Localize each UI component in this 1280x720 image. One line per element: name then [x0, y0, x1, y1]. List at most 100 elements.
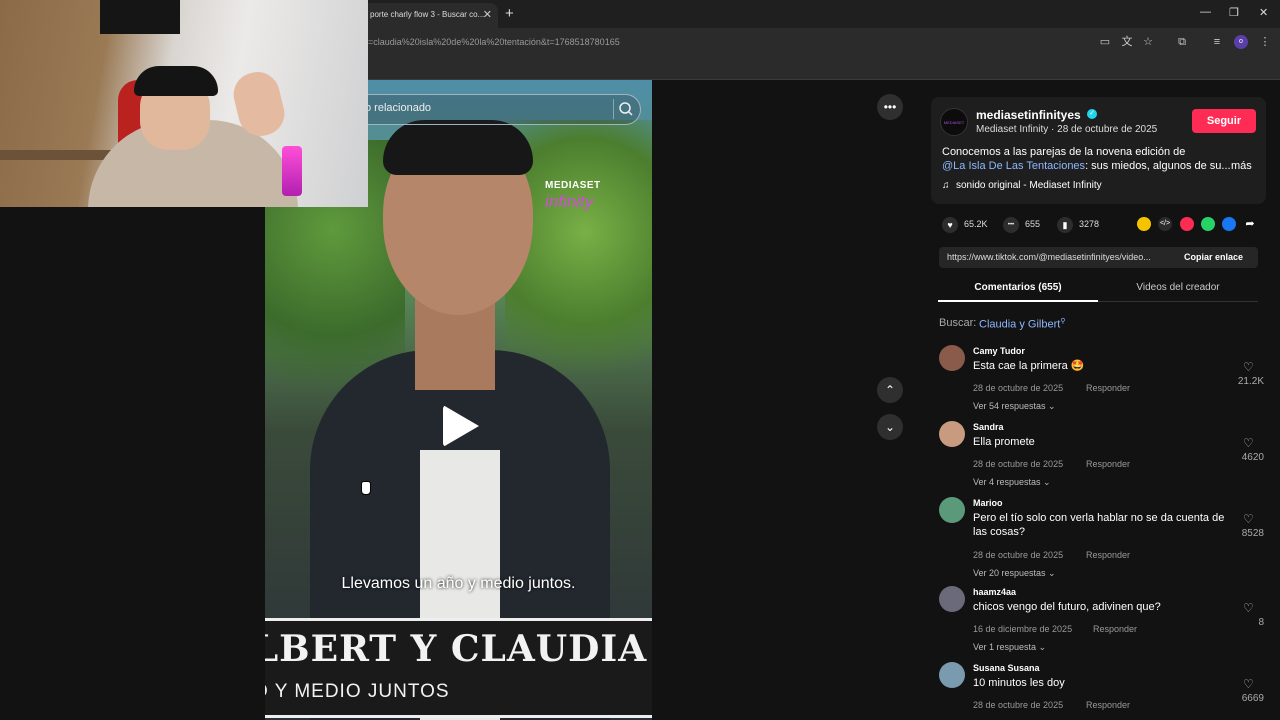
share-arrow-icon[interactable]: ➦ [1243, 217, 1257, 231]
video-link-text[interactable]: https://www.tiktok.com/@mediasetinfinity… [947, 252, 1173, 262]
comment-search-term[interactable]: Claudia y Gilbert⚲ [979, 317, 1065, 331]
save-count: 3278 [1079, 219, 1100, 229]
comment-username[interactable]: Sandra [973, 422, 1004, 432]
comment-avatar[interactable] [939, 662, 965, 688]
comment-avatar[interactable] [939, 497, 965, 523]
comment-text: 10 minutos les doy [973, 677, 1065, 689]
sound-link[interactable]: sonido original - Mediaset Infinity [956, 180, 1102, 191]
comment-username[interactable]: Marioo [973, 498, 1003, 508]
next-video-icon[interactable]: ⌄ [877, 414, 903, 440]
minimize-icon[interactable]: — [1200, 6, 1211, 18]
webcam-cap [134, 66, 218, 96]
comment-like-count: 8528 [1241, 528, 1264, 539]
heart-icon[interactable]: ♡ [1243, 436, 1254, 450]
more-options-icon[interactable]: ••• [877, 94, 903, 120]
reply-button[interactable]: Responder [1093, 624, 1137, 634]
tab-creator-videos[interactable]: Videos del creador [1098, 278, 1258, 302]
address-bar[interactable]: =claudia%20isla%20de%20la%20tentación&t=… [368, 37, 620, 47]
comment-text: Pero el tío solo con verla hablar no se … [973, 512, 1225, 538]
related-search-text: o relacionado [365, 102, 432, 114]
like-icon[interactable]: ♥ [942, 217, 958, 233]
description-line-1: Conocemos a las parejas de la novena edi… [942, 146, 1186, 158]
tab-close-icon[interactable]: ✕ [483, 8, 492, 21]
media-control-icon[interactable]: ≡ [1210, 35, 1224, 49]
creator-subinfo: Mediaset Infinity · 28 de octubre de 202… [976, 124, 1158, 135]
view-replies-button[interactable]: Ver 4 respuestas ⌄ [973, 477, 1051, 488]
heart-icon[interactable]: ♡ [1243, 677, 1254, 691]
reply-button[interactable]: Responder [1086, 550, 1130, 560]
tab-title: porte charly flow 3 - Buscar co... [370, 10, 485, 19]
like-count: 65.2K [964, 219, 988, 229]
comment-username[interactable]: Susana Susana [973, 663, 1040, 673]
reply-button[interactable]: Responder [1086, 700, 1130, 710]
restore-icon[interactable]: ❐ [1229, 6, 1239, 19]
comment-like-count: 21.2K [1237, 376, 1264, 387]
comment-avatar[interactable] [939, 421, 965, 447]
webcam-shelf [0, 150, 120, 160]
music-note-icon: ♫ [942, 180, 950, 191]
extensions-icon[interactable]: ⧉ [1175, 35, 1189, 49]
video-person-hair [383, 120, 533, 175]
comment-date: 28 de octubre de 2025 [973, 383, 1064, 393]
comment-like-count: 8 [1258, 617, 1264, 628]
save-icon[interactable]: ▮ [1057, 217, 1073, 233]
comment-username[interactable]: Camy Tudor [973, 346, 1025, 356]
reply-button[interactable]: Responder [1086, 459, 1130, 469]
share-coin-icon[interactable] [1137, 217, 1151, 231]
video-logo-bottom: infinity [545, 192, 594, 211]
view-replies-button[interactable]: Ver 20 respuestas ⌄ [973, 568, 1056, 579]
follow-button[interactable]: Seguir [1192, 109, 1256, 133]
creator-username[interactable]: mediasetinfinityes [976, 108, 1081, 122]
browser-tab[interactable]: porte charly flow 3 - Buscar co... ✕ [362, 3, 498, 28]
profile-avatar[interactable]: o [1234, 35, 1248, 49]
embed-icon[interactable]: </> [1158, 217, 1172, 231]
view-replies-button[interactable]: Ver 54 respuestas ⌄ [973, 401, 1056, 412]
reply-button[interactable]: Responder [1086, 383, 1130, 393]
comment-text: Esta cae la primera 🤩 [973, 360, 1085, 372]
webcam-overlay [0, 0, 368, 207]
comment-avatar[interactable] [939, 586, 965, 612]
webcam-lamp [282, 146, 302, 196]
description-line-2: @La Isla De Las Tentaciones: sus miedos,… [942, 160, 1231, 172]
comment-search-label: Buscar: [939, 317, 977, 329]
whatsapp-icon[interactable] [1201, 217, 1215, 231]
comment-avatar[interactable] [939, 345, 965, 371]
comment-username[interactable]: haamz4aa [973, 587, 1016, 597]
copy-link-button[interactable]: Copiar enlace [1184, 252, 1243, 262]
heart-icon[interactable]: ♡ [1243, 360, 1254, 374]
view-replies-button[interactable]: Ver 1 respuesta ⌄ [973, 642, 1046, 653]
video-logo-top: MEDIASET [545, 180, 601, 191]
heart-icon[interactable]: ♡ [1243, 601, 1254, 615]
hand-cursor-icon [361, 481, 371, 495]
comment-icon[interactable]: ••• [1003, 217, 1019, 233]
comment-date: 28 de octubre de 2025 [973, 550, 1064, 560]
heart-icon[interactable]: ♡ [1243, 512, 1254, 526]
webcam-tv [100, 0, 180, 34]
cast-icon[interactable]: ▭ [1098, 35, 1112, 49]
translate-icon[interactable]: 文 [1120, 35, 1134, 49]
comment-date: 28 de octubre de 2025 [973, 700, 1064, 710]
video-subtitle: Llevamos un año y medio juntos. [341, 575, 576, 592]
description-more-link[interactable]: más [1231, 160, 1252, 172]
window-close-icon[interactable]: ✕ [1259, 6, 1268, 19]
verified-icon: ✓ [1087, 109, 1097, 119]
search-icon: ⚲ [1060, 318, 1066, 325]
comment-date: 16 de diciembre de 2025 [973, 624, 1073, 634]
play-icon[interactable] [443, 405, 479, 447]
comment-count: 655 [1025, 219, 1041, 229]
comment-text: Ella promete [973, 436, 1035, 448]
video-banner-subtitle: O Y MEDIO JUNTOS [265, 681, 450, 702]
menu-kebab-icon[interactable]: ⋮ [1258, 35, 1272, 49]
creator-avatar[interactable]: MEDIASET [940, 108, 968, 136]
description-mention-link[interactable]: @La Isla De Las Tentaciones [942, 160, 1085, 172]
new-tab-icon[interactable]: + [505, 5, 514, 22]
facebook-icon[interactable] [1222, 217, 1236, 231]
search-icon[interactable] [613, 99, 633, 119]
video-banner-title: ILBERT Y CLAUDIA [265, 628, 648, 670]
previous-video-icon[interactable]: ⌃ [877, 377, 903, 403]
comment-like-count: 4620 [1241, 452, 1264, 463]
bookmark-star-icon[interactable]: ☆ [1141, 35, 1155, 49]
tab-comments[interactable]: Comentarios (655) [938, 278, 1098, 302]
share-friends-icon[interactable] [1180, 217, 1194, 231]
comment-like-count: 6669 [1241, 693, 1264, 704]
